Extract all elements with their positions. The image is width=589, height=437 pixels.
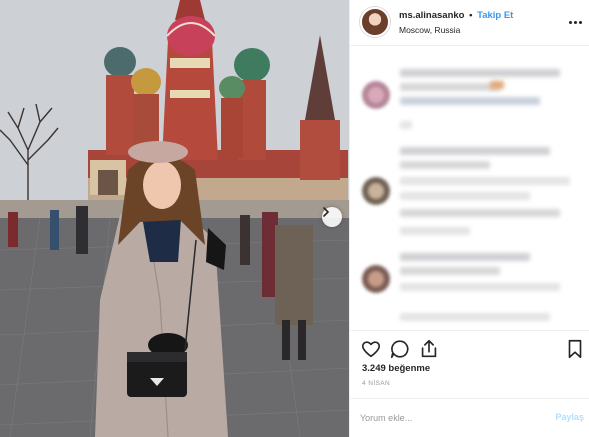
post-photo[interactable]: [0, 0, 349, 437]
separator-dot: •: [469, 10, 473, 21]
post-side-panel: ms.alinasanko • Takip Et Moscow, Russia: [349, 0, 589, 437]
more-options-icon[interactable]: [569, 15, 583, 29]
add-comment-bar: Paylaş: [350, 398, 589, 437]
comment-avatar[interactable]: [362, 177, 390, 205]
next-photo-button[interactable]: [322, 207, 342, 227]
follow-button[interactable]: Takip Et: [477, 10, 513, 21]
comments-list: [350, 47, 589, 330]
bookmark-icon[interactable]: [564, 338, 586, 360]
post-header: ms.alinasanko • Takip Et Moscow, Russia: [350, 0, 589, 46]
username-link[interactable]: ms.alinasanko: [399, 10, 464, 21]
post-comment-button[interactable]: Paylaş: [555, 412, 584, 422]
username-row: ms.alinasanko • Takip Et: [399, 10, 513, 21]
share-icon[interactable]: [418, 338, 440, 360]
heart-icon[interactable]: [360, 338, 382, 360]
action-bar: [350, 330, 589, 366]
photo-scene: [0, 0, 349, 437]
comment-icon[interactable]: [389, 338, 411, 360]
chevron-right-icon: [323, 207, 330, 217]
comment-avatar[interactable]: [362, 265, 390, 293]
post-date[interactable]: 4 NİSAN: [362, 380, 390, 387]
comment-avatar[interactable]: [362, 81, 390, 109]
comment-input[interactable]: [360, 409, 540, 427]
avatar[interactable]: [360, 7, 390, 37]
location-link[interactable]: Moscow, Russia: [399, 25, 460, 35]
likes-count[interactable]: 3.249 beğenme: [362, 363, 430, 374]
